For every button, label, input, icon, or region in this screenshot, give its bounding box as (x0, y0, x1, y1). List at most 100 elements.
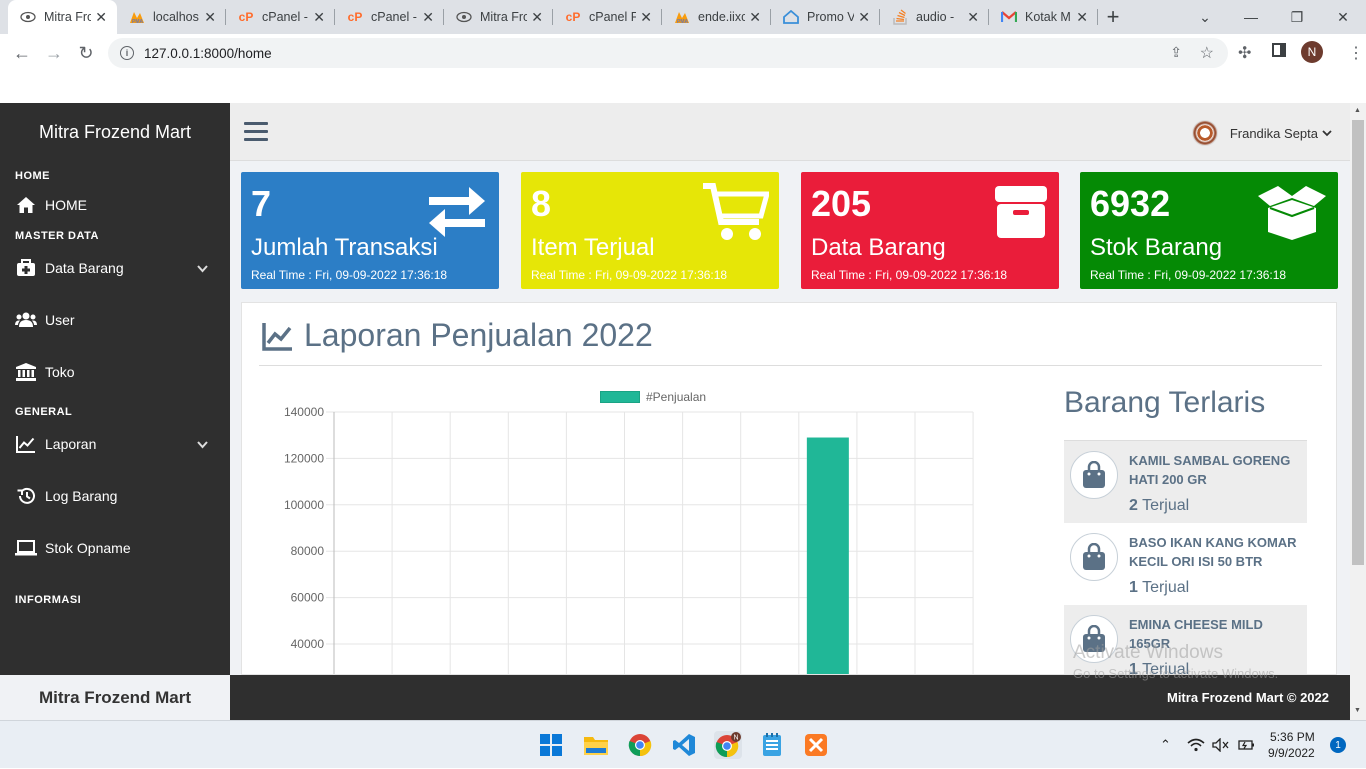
bookmark-star-icon[interactable]: ☆ (1200, 43, 1214, 63)
item-name: BASO IKAN KANG KOMAR KECIL ORI ISI 50 BT… (1129, 535, 1297, 569)
sidebar-item-toko[interactable]: Toko (0, 346, 230, 398)
close-tab-icon[interactable]: ✕ (1076, 9, 1088, 26)
y-tick-label: 80000 (291, 544, 325, 558)
card-data-barang: 205 Data Barang Real Time : Fri, 09-09-2… (801, 172, 1059, 289)
chevron-down-icon (197, 436, 208, 452)
close-tab-icon[interactable]: ✕ (858, 9, 870, 26)
sidebar-item-label: Log Barang (45, 488, 118, 504)
report-title: Laporan Penjualan 2022 (262, 317, 653, 354)
card-realtime: Real Time : Fri, 09-09-2022 17:36:18 (531, 268, 728, 282)
scrollbar-thumb[interactable] (1352, 120, 1364, 565)
sidebar-item-laporan[interactable]: Laporan (0, 418, 230, 470)
clock-date: 9/9/2022 (1268, 746, 1315, 760)
xampp-icon[interactable] (802, 731, 830, 759)
browser-tab[interactable]: Promo V ✕ (771, 0, 880, 34)
close-tab-icon[interactable]: ✕ (967, 9, 979, 26)
sidebar-item-home[interactable]: HOME (0, 182, 230, 228)
gmail-icon (1001, 9, 1017, 25)
close-tab-icon[interactable]: ✕ (749, 9, 761, 26)
qty-unit: Terjual (1142, 579, 1190, 596)
windows-start-icon[interactable] (537, 731, 565, 759)
close-tab-icon[interactable]: ✕ (640, 9, 652, 26)
vscode-icon[interactable] (670, 731, 698, 759)
medkit-icon (15, 259, 37, 277)
close-window-button[interactable]: ✕ (1320, 0, 1366, 34)
tab-search-icon[interactable]: ⌄ (1182, 0, 1228, 34)
qty-unit: Terjual (1142, 497, 1190, 514)
best-seller-item[interactable]: BASO IKAN KANG KOMAR KECIL ORI ISI 50 BT… (1064, 523, 1307, 605)
browser-tab[interactable]: cP cPanel - ✕ (335, 0, 444, 34)
browser-tab[interactable]: audio - ✕ (880, 0, 989, 34)
url-bar[interactable]: i 127.0.0.1:8000/home ⇪ ☆ (108, 38, 1228, 68)
browser-tab[interactable]: PMA ende.iixc ✕ (662, 0, 771, 34)
browser-tab[interactable]: PMA localhos ✕ (117, 0, 226, 34)
chrome-profile-icon[interactable]: N (714, 731, 742, 759)
sales-chart: #Penjualan 140000 120000 100000 80000 60000 4… (242, 373, 1062, 675)
sidebar-item-log-barang[interactable]: Log Barang (0, 470, 230, 522)
card-realtime: Real Time : Fri, 09-09-2022 17:36:18 (1090, 268, 1287, 282)
browser-tab[interactable]: Mitra Fro ✕ (444, 0, 553, 34)
top-navbar: Frandika Septa (230, 103, 1350, 161)
chart-bar[interactable] (806, 437, 849, 675)
maximize-button[interactable]: ❐ (1274, 0, 1320, 34)
notification-badge[interactable]: 1 (1330, 737, 1346, 753)
sidebar-item-data-barang[interactable]: Data Barang (0, 242, 230, 294)
chevron-down-icon (1322, 129, 1332, 136)
profile-avatar[interactable]: N (1301, 41, 1323, 63)
user-menu[interactable]: Frandika Septa (1191, 120, 1332, 146)
shopping-cart-icon (701, 182, 771, 249)
app-root: Mitra Frozend Mart HOME HOME MASTER DATA… (0, 103, 1366, 720)
best-seller-item[interactable]: KAMIL SAMBAL GORENG HATI 200 GR 2 Terjua… (1064, 441, 1307, 523)
sidebar-item-user[interactable]: User (0, 294, 230, 346)
tab-separator (1097, 9, 1098, 25)
section-general: GENERAL (15, 406, 73, 418)
wifi-icon[interactable] (1187, 721, 1205, 769)
minimize-button[interactable]: — (1228, 0, 1274, 34)
close-tab-icon[interactable]: ✕ (313, 9, 325, 26)
browser-tab[interactable]: Kotak M ✕ (989, 0, 1098, 34)
page-scrollbar[interactable]: ▲ ▼ (1350, 103, 1366, 720)
battery-icon[interactable] (1237, 721, 1255, 769)
tab-title: Kotak M (1025, 10, 1071, 24)
forward-button[interactable]: → (38, 37, 70, 69)
y-tick-label: 60000 (291, 591, 325, 605)
browser-tab[interactable]: cP cPanel - ✕ (226, 0, 335, 34)
eye-icon (456, 9, 472, 25)
reload-button[interactable]: ↻ (70, 37, 102, 69)
sidebar-item-stok-opname[interactable]: Stok Opname (0, 522, 230, 574)
close-tab-icon[interactable]: ✕ (95, 9, 107, 26)
scroll-up-arrow-icon[interactable]: ▲ (1354, 107, 1361, 114)
extensions-icon[interactable]: ✣ (1238, 43, 1251, 63)
show-hidden-icons-icon[interactable]: ⌃ (1160, 721, 1171, 769)
clock-time: 5:36 PM (1270, 730, 1315, 744)
volume-muted-icon[interactable] (1212, 721, 1230, 769)
card-jumlah-transaksi: 7 Jumlah Transaksi Real Time : Fri, 09-0… (241, 172, 499, 289)
site-info-icon[interactable]: i (120, 46, 134, 60)
cpanel-icon: cP (347, 10, 363, 24)
back-button[interactable]: ← (6, 37, 38, 69)
sidebar-brand[interactable]: Mitra Frozend Mart (0, 103, 230, 161)
watermark-line1: Activate Windows (1073, 642, 1223, 663)
menu-kebab-icon[interactable]: ⋮ (1348, 43, 1364, 63)
close-tab-icon[interactable]: ✕ (422, 9, 434, 26)
scroll-down-arrow-icon[interactable]: ▼ (1354, 707, 1361, 714)
cpanel-icon: cP (238, 10, 254, 24)
side-panel-icon[interactable] (1272, 43, 1286, 57)
share-icon[interactable]: ⇪ (1170, 44, 1182, 61)
close-tab-icon[interactable]: ✕ (531, 9, 543, 26)
sidebar-item-label: HOME (45, 197, 87, 213)
system-clock[interactable]: 5:36 PM 9/9/2022 (1268, 729, 1315, 761)
page-footer: Mitra Frozend Mart © 2022 (230, 675, 1350, 720)
hamburger-menu-icon[interactable] (244, 122, 268, 142)
y-tick-label: 120000 (284, 451, 324, 465)
chrome-icon[interactable] (626, 731, 654, 759)
svg-text:N: N (733, 735, 738, 742)
browser-tab[interactable]: cP cPanel Fi ✕ (553, 0, 662, 34)
file-explorer-icon[interactable] (582, 731, 610, 759)
tab-title: cPanel Fi (589, 10, 637, 24)
notepad-icon[interactable] (758, 731, 786, 759)
browser-tab[interactable]: Mitra Fro ✕ (8, 0, 117, 34)
shopping-bag-icon (1070, 533, 1118, 581)
new-tab-button[interactable]: + (1098, 0, 1128, 34)
close-tab-icon[interactable]: ✕ (204, 9, 216, 26)
